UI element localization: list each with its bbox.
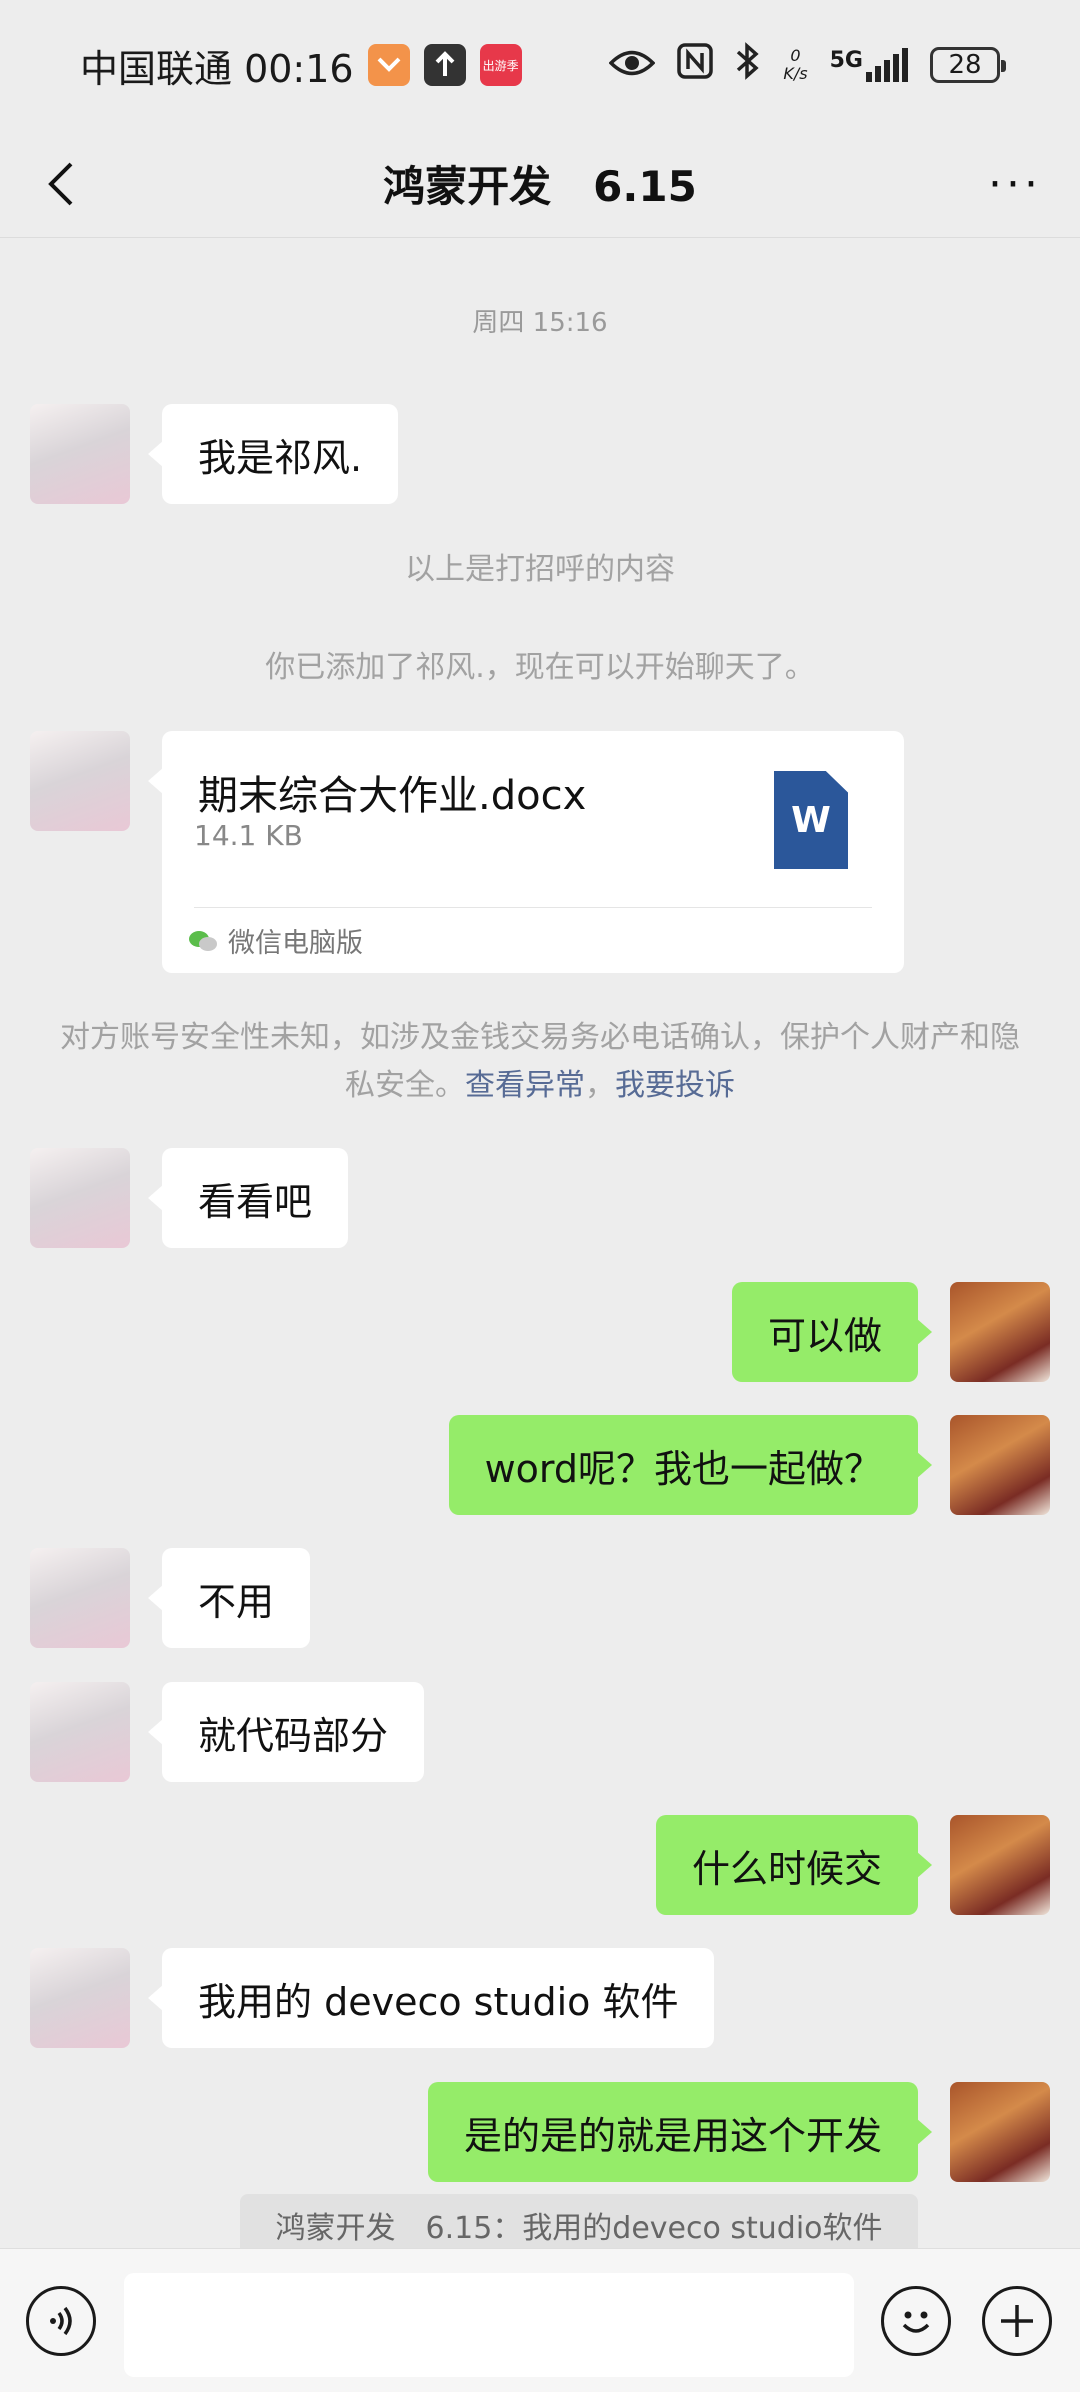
file-message-card[interactable]: 期末综合大作业.docx 14.1 KB W 微信电脑版 bbox=[148, 731, 904, 973]
emoji-button[interactable] bbox=[881, 2286, 951, 2356]
divider bbox=[194, 907, 872, 908]
message-bubble-incoming[interactable]: 就代码部分 bbox=[147, 1682, 425, 1782]
friend-avatar[interactable] bbox=[30, 1548, 130, 1648]
bluetooth-icon bbox=[735, 41, 761, 89]
voice-icon bbox=[50, 2306, 72, 2336]
file-size: 14.1 KB bbox=[194, 819, 303, 852]
friend-avatar[interactable] bbox=[30, 1682, 130, 1782]
message-bubble-incoming[interactable]: 我用的 deveco studio 软件 bbox=[147, 1948, 715, 2048]
wechat-icon bbox=[188, 929, 218, 953]
message-bubble-outgoing[interactable]: 可以做 bbox=[731, 1282, 933, 1382]
app-notification-icon bbox=[367, 44, 410, 86]
my-avatar[interactable] bbox=[950, 1815, 1050, 1915]
voice-button[interactable] bbox=[26, 2286, 96, 2356]
battery-icon: 28 bbox=[930, 47, 1006, 83]
upload-icon bbox=[423, 44, 466, 86]
chevron-left-icon bbox=[48, 162, 73, 206]
message-bubble-outgoing[interactable]: 是的是的就是用这个开发 bbox=[427, 2082, 933, 2182]
status-bar: 中国联通 00:16 出游季 0 K/s 5G 28 bbox=[0, 0, 1080, 130]
message-bubble-incoming[interactable]: 不用 bbox=[147, 1548, 311, 1648]
more-options-button[interactable]: ··· bbox=[980, 154, 1050, 214]
view-anomaly-link[interactable]: 查看异常 bbox=[465, 1068, 585, 1103]
chat-title: 鸿蒙开发 6.15 bbox=[383, 162, 697, 211]
my-avatar[interactable] bbox=[950, 2082, 1050, 2182]
input-bar bbox=[0, 2248, 1080, 2392]
message-input[interactable] bbox=[124, 2273, 854, 2377]
friend-avatar[interactable] bbox=[30, 731, 130, 831]
carrier-time: 中国联通 00:16 bbox=[80, 46, 354, 91]
chat-header: 鸿蒙开发 6.15 ··· bbox=[0, 130, 1080, 238]
friend-avatar[interactable] bbox=[30, 404, 130, 504]
friend-avatar[interactable] bbox=[30, 1948, 130, 2048]
my-avatar[interactable] bbox=[950, 1415, 1050, 1515]
network-speed: 0 K/s bbox=[783, 46, 808, 83]
more-actions-button[interactable] bbox=[982, 2286, 1052, 2356]
greeting-note: 以上是打招呼的内容 bbox=[405, 552, 675, 587]
file-name: 期末综合大作业.docx bbox=[198, 773, 587, 819]
emoji-icon bbox=[902, 2311, 930, 2333]
back-button[interactable] bbox=[30, 154, 90, 214]
my-avatar[interactable] bbox=[950, 1282, 1050, 1382]
message-bubble-incoming[interactable]: 看看吧 bbox=[147, 1148, 349, 1248]
travel-app-icon: 出游季 bbox=[479, 44, 522, 86]
chat-timestamp: 周四 15:16 bbox=[472, 308, 608, 338]
message-bubble-outgoing[interactable]: 什么时候交 bbox=[655, 1815, 933, 1915]
message-bubble-outgoing[interactable]: word呢？我也一起做？ bbox=[448, 1415, 933, 1515]
friend-added-note: 你已添加了祁风.，现在可以开始聊天了。 bbox=[265, 650, 815, 685]
plus-icon bbox=[1001, 2305, 1033, 2337]
nfc-icon bbox=[677, 42, 714, 88]
quoted-message[interactable]: 鸿蒙开发 6.15：我用的deveco studio软件 bbox=[240, 2194, 918, 2256]
friend-avatar[interactable] bbox=[30, 1148, 130, 1248]
report-link[interactable]: 我要投诉 bbox=[615, 1068, 735, 1103]
security-warning: 对方账号安全性未知，如涉及金钱交易务必电话确认，保护个人财产和隐私安全。查看异常… bbox=[60, 1020, 1020, 1103]
file-source: 微信电脑版 bbox=[188, 921, 363, 960]
message-bubble-incoming[interactable]: 我是祁风. bbox=[147, 404, 399, 504]
more-icon: ··· bbox=[988, 158, 1042, 210]
eye-icon bbox=[608, 43, 656, 87]
word-document-icon: W bbox=[774, 771, 848, 869]
signal-icon: 5G bbox=[830, 48, 908, 82]
